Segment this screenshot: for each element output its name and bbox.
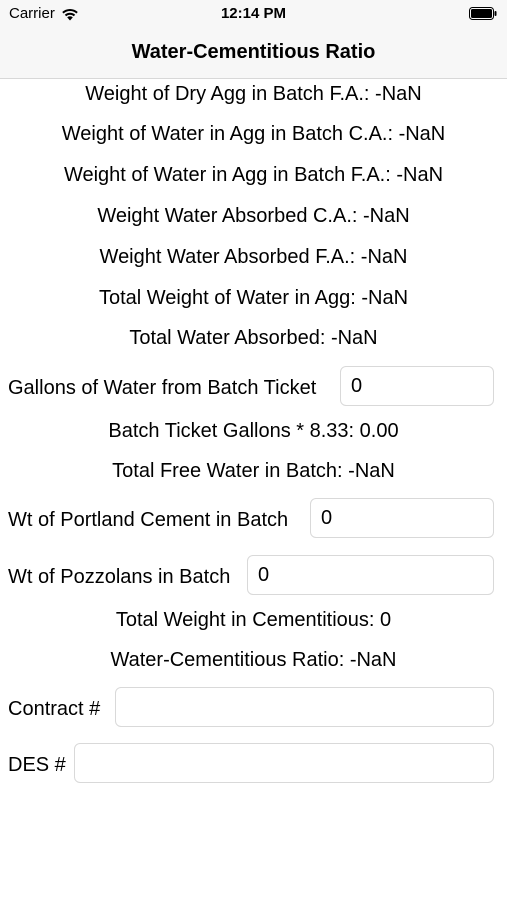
water-agg-ca-result: Weight of Water in Agg in Batch C.A.: -N…: [61, 123, 446, 145]
total-free-water-result: Total Free Water in Batch: -NaN: [112, 460, 395, 482]
water-agg-fa-result: Weight of Water in Agg in Batch F.A.: -N…: [63, 164, 444, 186]
portland-label: Wt of Portland Cement in Batch: [8, 509, 289, 531]
absorbed-fa-result: Weight Water Absorbed F.A.: -NaN: [99, 246, 408, 268]
gallons-label: Gallons of Water from Batch Ticket: [8, 377, 317, 399]
pozzolans-input[interactable]: [247, 555, 494, 595]
total-water-agg-result: Total Weight of Water in Agg: -NaN: [98, 287, 409, 309]
total-absorbed-result: Total Water Absorbed: -NaN: [129, 327, 378, 349]
contract-input[interactable]: [115, 687, 494, 727]
des-input[interactable]: [74, 743, 494, 783]
wc-ratio-result: Water-Cementitious Ratio: -NaN: [110, 649, 397, 671]
app-screen: Carrier 12:14 PM Water-Cementitious Rati…: [0, 0, 507, 900]
contract-label: Contract #: [8, 698, 101, 720]
absorbed-ca-result: Weight Water Absorbed C.A.: -NaN: [97, 205, 410, 227]
navigation-bar: Water-Cementitious Ratio: [0, 28, 507, 79]
gallons-input[interactable]: [340, 366, 494, 406]
dry-agg-fa-result: Weight of Dry Agg in Batch F.A.: -NaN: [85, 83, 422, 105]
status-time: 12:14 PM: [220, 5, 287, 22]
pozzolans-label: Wt of Pozzolans in Batch: [8, 566, 231, 588]
portland-input[interactable]: [310, 498, 494, 538]
batch-ticket-gallons-result: Batch Ticket Gallons * 8.33: 0.00: [108, 420, 399, 442]
total-cementitious-result: Total Weight in Cementitious: 0: [115, 609, 392, 631]
des-label: DES #: [8, 754, 66, 776]
battery-icon: [469, 7, 497, 20]
page-title: Water-Cementitious Ratio: [131, 41, 376, 63]
status-bar: Carrier 12:14 PM: [0, 0, 507, 28]
